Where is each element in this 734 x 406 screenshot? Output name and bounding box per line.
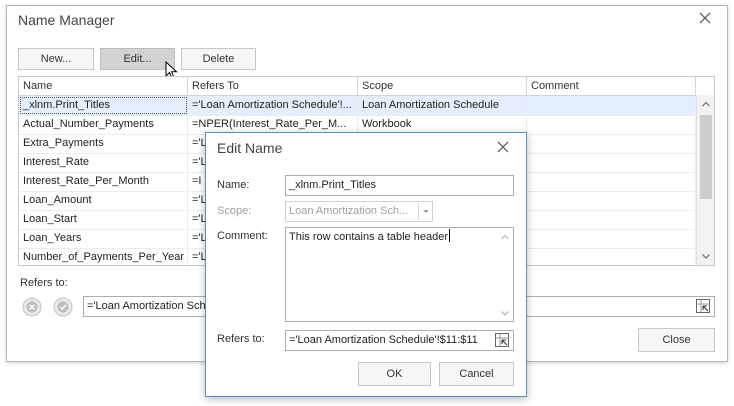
- name-input[interactable]: _xlnm.Print_Titles: [285, 175, 514, 196]
- chevron-down-icon[interactable]: [418, 203, 432, 220]
- column-header-scope[interactable]: Scope: [358, 77, 527, 95]
- table-cell-name: Number_of_Payments_Per_Year: [19, 248, 188, 265]
- scope-select[interactable]: Loan Amortization Sch...: [285, 201, 433, 222]
- table-cell-name: Interest_Rate_Per_Month: [19, 172, 188, 191]
- column-header-name[interactable]: Name: [19, 77, 188, 95]
- comment-label: Comment:: [217, 230, 268, 242]
- column-header-comment[interactable]: Comment: [527, 77, 696, 95]
- name-label: Name:: [217, 179, 250, 191]
- table-cell-comment: [527, 96, 696, 115]
- table-cell-name: Loan_Start: [19, 210, 188, 229]
- range-select-icon[interactable]: [494, 332, 510, 348]
- table-cell-comment: [527, 191, 696, 210]
- table-cell-comment: [527, 115, 696, 134]
- table-cell-name: Actual_Number_Payments: [19, 115, 188, 134]
- table-row[interactable]: _xlnm.Print_Titles ='Loan Amortization Sc…: [19, 96, 696, 116]
- comment-textarea[interactable]: This row contains a table header: [285, 227, 514, 322]
- table-cell-comment: [527, 172, 696, 191]
- dialog-refers-to-label: Refers to:: [217, 333, 265, 345]
- column-header-refers-to[interactable]: Refers To: [188, 77, 358, 95]
- close-icon[interactable]: [495, 139, 511, 155]
- range-select-icon[interactable]: [695, 298, 711, 314]
- chevron-down-icon[interactable]: [500, 308, 510, 318]
- window-title: Name Manager: [18, 12, 115, 28]
- chevron-up-icon[interactable]: [500, 232, 510, 242]
- cancel-formula-icon[interactable]: [21, 296, 43, 318]
- table-cell-name: Interest_Rate: [19, 153, 188, 172]
- confirm-formula-icon[interactable]: [52, 296, 74, 318]
- table-cell-comment: [527, 134, 696, 153]
- text-caret: [448, 229, 450, 242]
- scrollbar-thumb[interactable]: [700, 115, 712, 199]
- table-cell-refers-to: ='Loan Amortization Schedule'!...: [188, 96, 358, 115]
- close-icon[interactable]: [697, 10, 713, 26]
- cancel-button[interactable]: Cancel: [439, 362, 514, 386]
- comment-text: This row contains a table header: [289, 229, 450, 243]
- chevron-down-icon[interactable]: [701, 251, 711, 261]
- table-cell-scope: Loan Amortization Schedule: [358, 96, 527, 115]
- table-cell-name: Extra_Payments: [19, 134, 188, 153]
- refers-to-label: Refers to:: [20, 277, 68, 289]
- vertical-scrollbar[interactable]: [696, 95, 714, 265]
- dialog-refers-to-input[interactable]: ='Loan Amortization Schedule'!$11:$11: [285, 330, 514, 351]
- new-button[interactable]: New...: [18, 48, 94, 70]
- table-cell-comment: [527, 229, 696, 248]
- table-cell-comment: [527, 210, 696, 229]
- dialog-title: Edit Name: [217, 140, 283, 156]
- scope-label: Scope:: [217, 205, 252, 217]
- edit-button[interactable]: Edit...: [100, 48, 175, 70]
- table-header: Name Refers To Scope Comment: [19, 77, 714, 96]
- table-cell-name: Loan_Years: [19, 229, 188, 248]
- close-button[interactable]: Close: [638, 328, 715, 352]
- table-cell-name: Loan_Amount: [19, 191, 188, 210]
- table-cell-comment: [527, 248, 696, 265]
- delete-button[interactable]: Delete: [181, 48, 256, 70]
- table-cell-name: _xlnm.Print_Titles: [19, 96, 188, 115]
- table-cell-comment: [527, 153, 696, 172]
- chevron-up-icon[interactable]: [701, 99, 711, 109]
- ok-button[interactable]: OK: [358, 362, 431, 386]
- comment-scrollbar[interactable]: [496, 228, 513, 321]
